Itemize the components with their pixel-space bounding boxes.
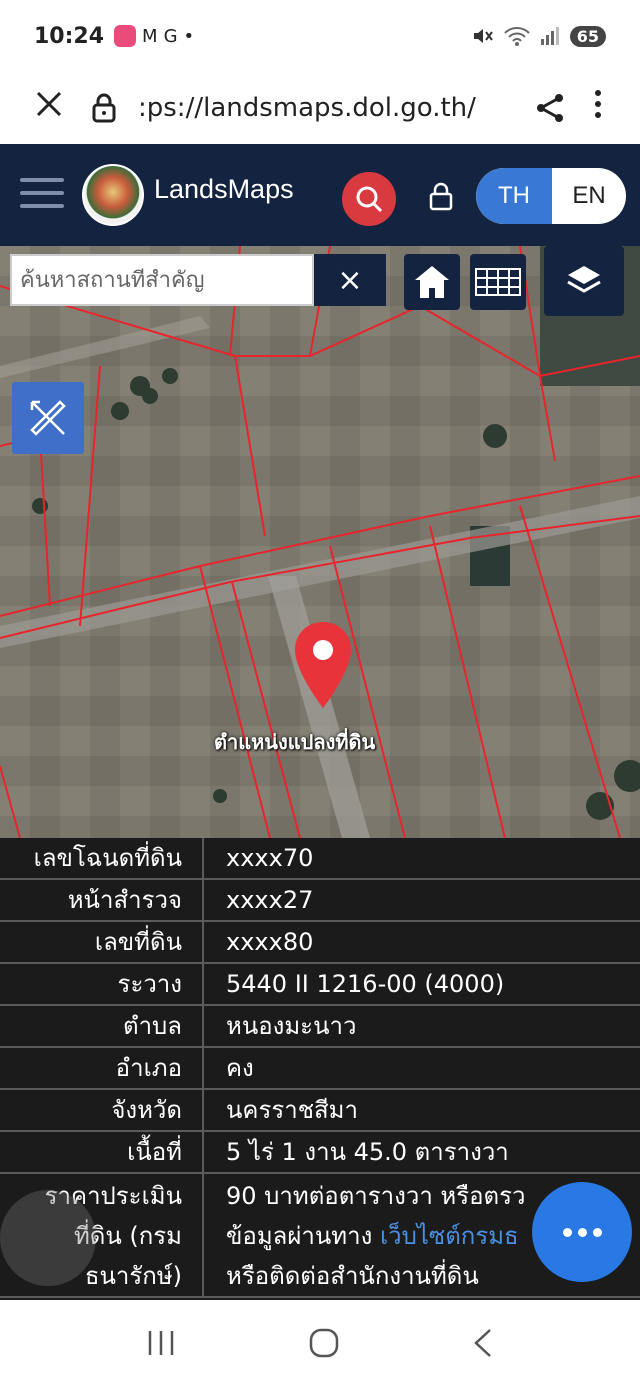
row-value: xxxx70 — [226, 844, 314, 872]
home-button[interactable] — [404, 254, 460, 310]
home-nav-icon[interactable] — [309, 1328, 339, 1358]
recent-apps-icon[interactable] — [146, 1329, 176, 1357]
brand-name: LandsMaps — [154, 174, 294, 204]
layers-icon — [567, 266, 601, 293]
row-label: อำเภอ — [0, 1048, 204, 1088]
site-security-icon[interactable] — [82, 92, 126, 124]
menu-icon[interactable] — [20, 178, 64, 212]
table-row: เลขที่ดิน xxxx80 — [0, 922, 640, 964]
more-options-icon[interactable] — [578, 89, 618, 127]
language-toggle: TH EN — [476, 168, 626, 224]
row-value: คง — [226, 1054, 254, 1082]
parcel-location-pin[interactable] — [292, 620, 354, 710]
login-lock-icon[interactable] — [424, 180, 458, 214]
treasury-website-link[interactable]: เว็บไซต์กรมธ — [380, 1222, 519, 1250]
google-icon: G — [163, 25, 178, 47]
table-row: ระวาง 5440 II 1216-00 (4000) — [0, 964, 640, 1006]
row-label: ระวาง — [0, 964, 204, 1004]
mute-icon — [473, 29, 493, 43]
battery-indicator: 65 — [569, 25, 606, 47]
browser-url-bar: :ps://landsmaps.dol.go.th/ — [0, 72, 640, 144]
table-row: เนื้อที่ 5 ไร่ 1 งาน 45.0 ตารางวา — [0, 1132, 640, 1174]
ruler-pencil-icon — [30, 400, 66, 436]
table-row: จังหวัด นครราชสีมา — [0, 1090, 640, 1132]
row-value: 5 ไร่ 1 งาน 45.0 ตารางวา — [226, 1138, 509, 1166]
home-icon — [415, 266, 449, 298]
place-search-input[interactable] — [20, 267, 304, 293]
dol-logo — [82, 164, 144, 226]
row-label: หน้าสำรวจ — [0, 880, 204, 920]
info-floating-button[interactable] — [0, 1190, 96, 1286]
lang-en-button[interactable]: EN — [552, 168, 626, 224]
map-view[interactable]: × ตำแหน่งแปลงที่ดิน — [0, 246, 640, 838]
gmail-icon: M — [142, 25, 158, 47]
table-row: เลขโฉนดที่ดิน xxxx70 — [0, 838, 640, 880]
row-label: ตำบล — [0, 1006, 204, 1046]
dot-icon — [592, 1227, 602, 1237]
row-label: เลขที่ดิน — [0, 922, 204, 962]
search-icon — [356, 186, 383, 213]
signal-icon — [540, 27, 559, 45]
table-row: ตำบล หนองมะนาว — [0, 1006, 640, 1048]
notification-icons: M G • — [114, 25, 194, 47]
row-label: เนื้อที่ — [0, 1132, 204, 1172]
row-value: 5440 II 1216-00 (4000) — [226, 970, 505, 998]
dot-icon — [562, 1227, 572, 1237]
search-button[interactable] — [342, 172, 396, 226]
system-status: 65 — [472, 25, 606, 47]
pin-label: ตำแหน่งแปลงที่ดิน — [214, 730, 376, 754]
measure-tool-button[interactable] — [12, 382, 84, 454]
row-value: xxxx80 — [226, 928, 314, 956]
url-text[interactable]: :ps://landsmaps.dol.go.th/ — [138, 93, 522, 123]
more-actions-button[interactable] — [532, 1182, 632, 1282]
row-value: หนองมะนาว — [226, 1012, 357, 1040]
close-tab-icon[interactable] — [34, 88, 82, 128]
row-value: xxxx27 — [226, 886, 314, 914]
system-nav-bar — [0, 1300, 640, 1386]
status-time: 10:24 — [34, 23, 105, 49]
back-icon[interactable] — [472, 1328, 494, 1358]
table-row: หน้าสำรวจ xxxx27 — [0, 880, 640, 922]
grid-button[interactable] — [470, 254, 526, 310]
grid-icon — [475, 268, 521, 296]
price-source-text: ข้อมูลผ่านทาง — [226, 1222, 380, 1250]
dot-icon — [577, 1227, 587, 1237]
layers-button[interactable] — [544, 246, 624, 316]
lang-th-button[interactable]: TH — [476, 168, 552, 224]
clear-search-button[interactable]: × — [314, 254, 386, 306]
row-label: จังหวัด — [0, 1090, 204, 1130]
more-notifications-icon: • — [183, 25, 195, 47]
wifi-icon — [504, 27, 530, 46]
share-icon[interactable] — [522, 92, 578, 124]
status-bar: 10:24 M G • 65 — [0, 0, 640, 72]
place-search-input-box[interactable] — [10, 254, 314, 306]
row-value: นครราชสีมา — [226, 1096, 358, 1124]
table-row: อำเภอ คง — [0, 1048, 640, 1090]
row-label: เลขโฉนดที่ดิน — [0, 838, 204, 878]
app-notification-icon — [114, 25, 137, 47]
